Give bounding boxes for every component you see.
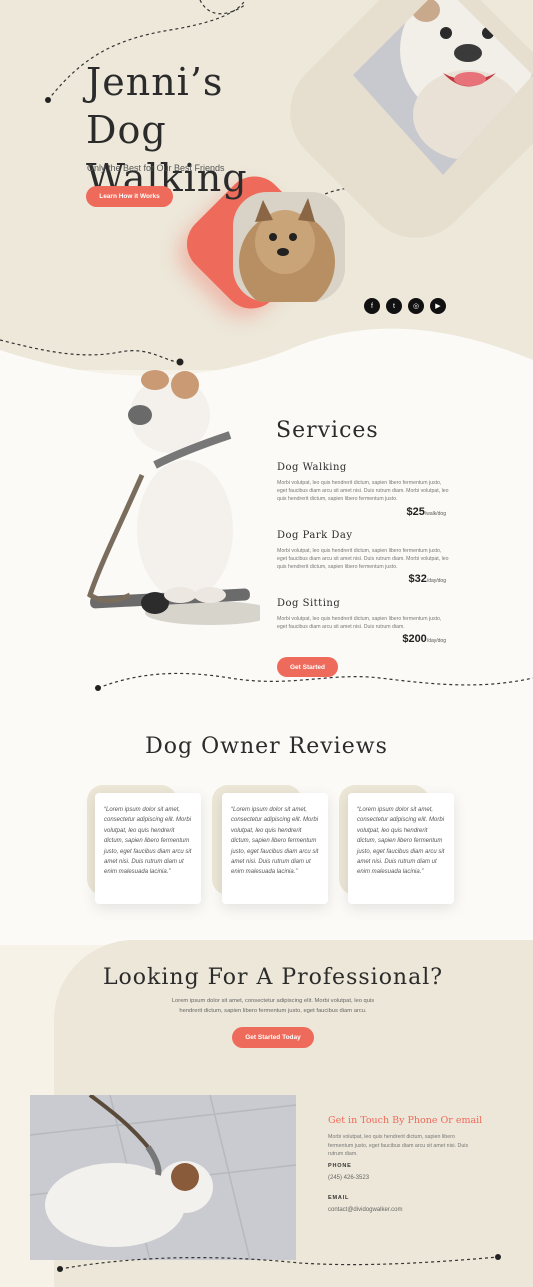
service-dog-sitting-desc: Morbi volutpat, leo quis hendrerit dictu… [277,616,442,630]
email-value[interactable]: contact@dividogwalker.com [328,1207,402,1213]
bulldog-leash-photo [87,370,260,625]
services-title: Services [276,418,379,443]
service-dog-walking-desc: Morbi volutpat, leo quis hendrerit dictu… [277,480,449,502]
price-value: $25 [406,506,425,518]
service-dog-park-name: Dog Park Day [277,530,353,541]
youtube-icon[interactable]: ▶ [430,298,446,314]
review-card: “Lorem ipsum dolor sit amet, consectetur… [348,793,454,904]
service-dog-park-desc: Morbi volutpat, leo quis hendrerit dictu… [277,548,449,570]
price-unit: /day/dog [426,578,446,584]
hero-title: Jenni’s Dog Walking [86,58,306,202]
walking-bulldog-photo [30,1095,296,1260]
dashed-footer-decoration [57,1254,501,1272]
review-card: “Lorem ipsum dolor sit amet, consectetur… [95,793,201,904]
facebook-icon[interactable]: f [364,298,380,314]
get-started-today-button[interactable]: Get Started Today [232,1027,314,1048]
contact-title: Get in Touch By Phone Or email [328,1115,483,1126]
social-links: f t ◎ ▶ [364,298,446,314]
cta-title: Looking For A Professional? [102,965,444,990]
cta-text: Lorem ipsum dolor sit amet, consectetur … [171,998,375,1014]
terrier-photo [233,192,345,302]
contact-text: Morbi volutpat, leo quis hendrerit dictu… [328,1134,469,1157]
review-card: “Lorem ipsum dolor sit amet, consectetur… [222,793,328,904]
price-unit: /walk/dog [424,511,446,517]
service-dog-park-price: $32/day/dog [386,573,446,585]
price-unit: /day/dog [426,638,446,644]
service-dog-walking-price: $25/walk/dog [386,506,446,518]
email-label: EMAIL [328,1195,350,1201]
instagram-icon[interactable]: ◎ [408,298,424,314]
bulldog-photo [348,0,533,190]
twitter-icon[interactable]: t [386,298,402,314]
hero-title-line1: Jenni’s Dog [86,60,224,152]
learn-how-button[interactable]: Learn How it Works [86,186,173,207]
phone-label: PHONE [328,1163,352,1169]
price-value: $32 [408,573,427,585]
service-dog-sitting-name: Dog Sitting [277,598,341,609]
reviews-title: Dog Owner Reviews [145,734,388,759]
service-dog-walking-name: Dog Walking [277,462,347,473]
price-value: $200 [402,633,427,645]
dashed-divider [95,672,533,691]
phone-value[interactable]: (245) 426-3523 [328,1175,369,1181]
service-dog-sitting-price: $200/day/dog [386,633,446,645]
hero-subtitle: Only the Best for Our Best Friends [87,163,225,173]
